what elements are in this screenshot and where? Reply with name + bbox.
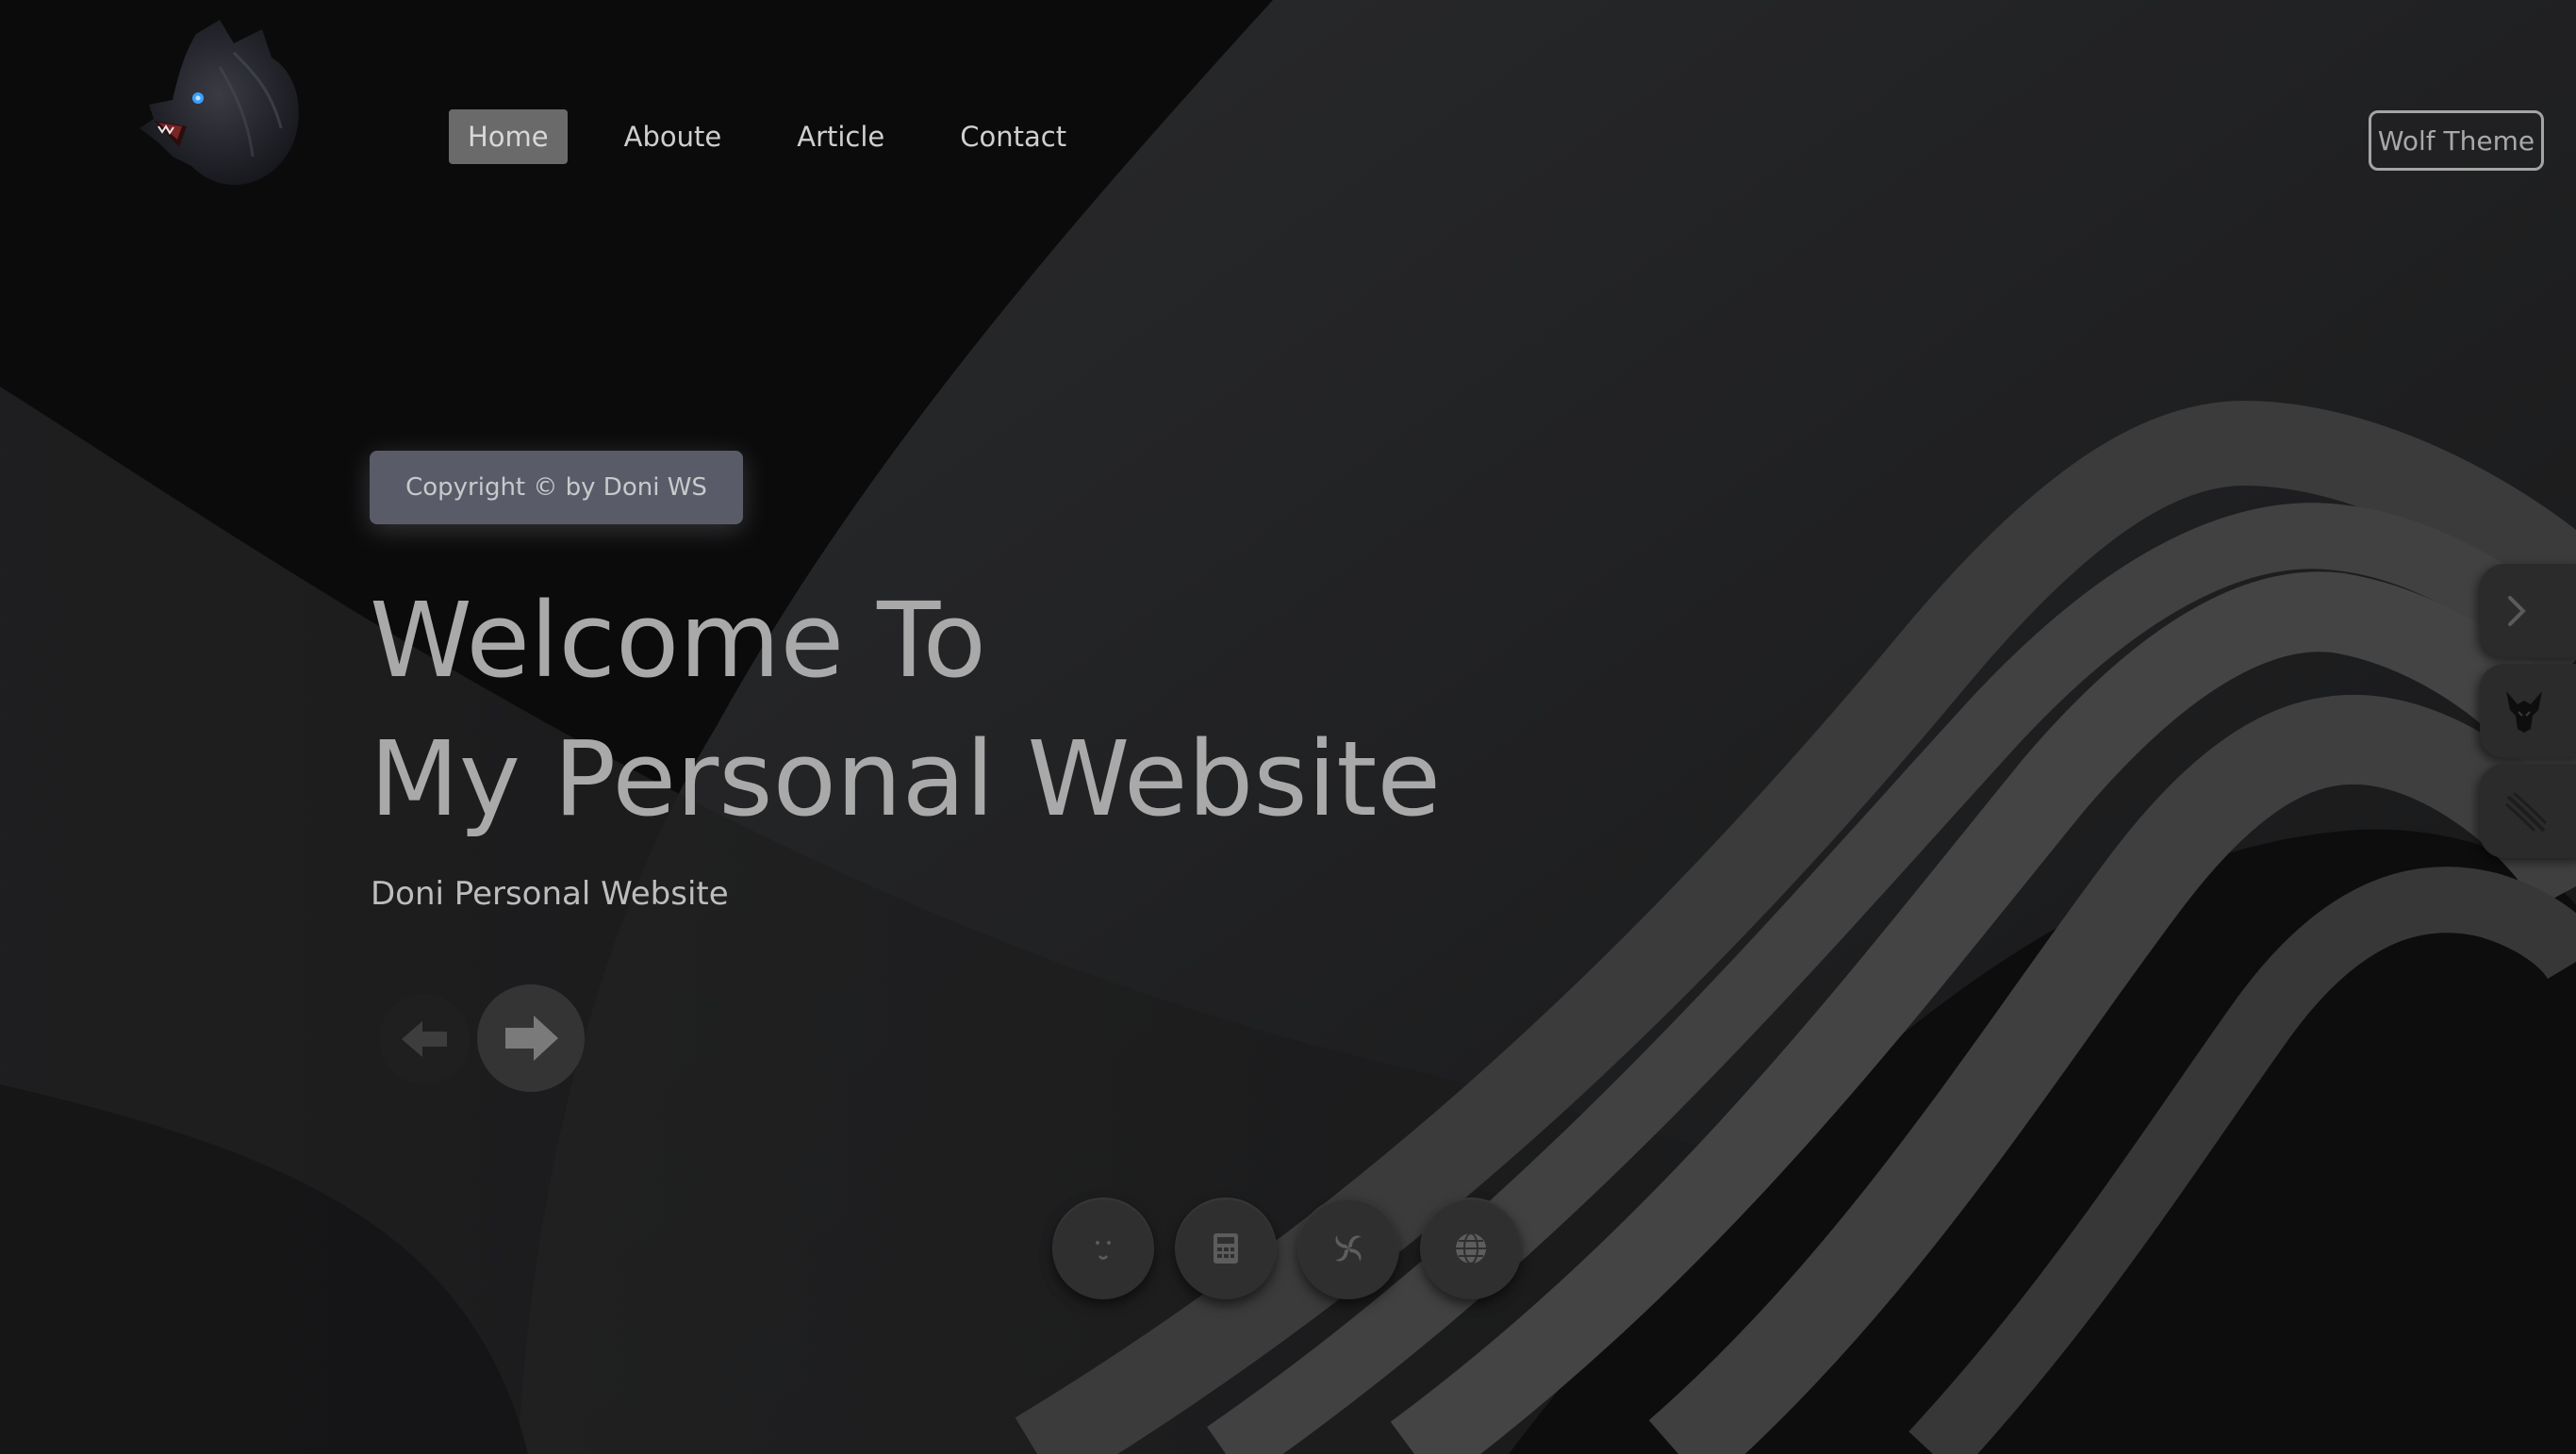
nav-article[interactable]: Article bbox=[778, 109, 903, 164]
nav-aboute[interactable]: Aboute bbox=[605, 109, 741, 164]
wolf-head-icon bbox=[140, 20, 299, 185]
main-nav: Home Aboute Article Contact bbox=[449, 109, 1123, 164]
hero-title-line1: Welcome To bbox=[370, 580, 986, 701]
nav-contact[interactable]: Contact bbox=[941, 109, 1085, 164]
claw-icon bbox=[2505, 791, 2548, 833]
wolf-logo[interactable] bbox=[130, 15, 319, 194]
nav-home[interactable]: Home bbox=[449, 109, 568, 164]
side-claw-button[interactable] bbox=[2480, 764, 2576, 858]
next-button[interactable] bbox=[477, 984, 585, 1092]
theme-button[interactable]: Wolf Theme bbox=[2369, 110, 2544, 171]
social-button-swirl[interactable] bbox=[1297, 1198, 1399, 1299]
copyright-badge: Copyright © by Doni WS bbox=[370, 451, 743, 524]
side-toggle-button[interactable] bbox=[2480, 564, 2576, 658]
social-button-calculator[interactable] bbox=[1175, 1198, 1277, 1299]
arrow-right-icon bbox=[505, 1016, 558, 1061]
hero-subtitle: Doni Personal Website bbox=[371, 875, 729, 913]
arrow-left-icon bbox=[402, 1021, 447, 1057]
chevron-right-icon bbox=[2508, 596, 2526, 626]
calculator-icon bbox=[1214, 1233, 1238, 1264]
social-button-face[interactable] bbox=[1052, 1198, 1154, 1299]
social-button-globe[interactable] bbox=[1420, 1198, 1522, 1299]
globe-icon bbox=[1456, 1232, 1486, 1264]
wolf-icon bbox=[2506, 691, 2542, 733]
prev-button[interactable] bbox=[379, 994, 470, 1084]
hero-title-line2: My Personal Website bbox=[370, 719, 1442, 839]
side-wolf-button[interactable] bbox=[2480, 664, 2576, 758]
face-icon bbox=[1096, 1241, 1111, 1260]
swirl-icon bbox=[1335, 1235, 1362, 1262]
